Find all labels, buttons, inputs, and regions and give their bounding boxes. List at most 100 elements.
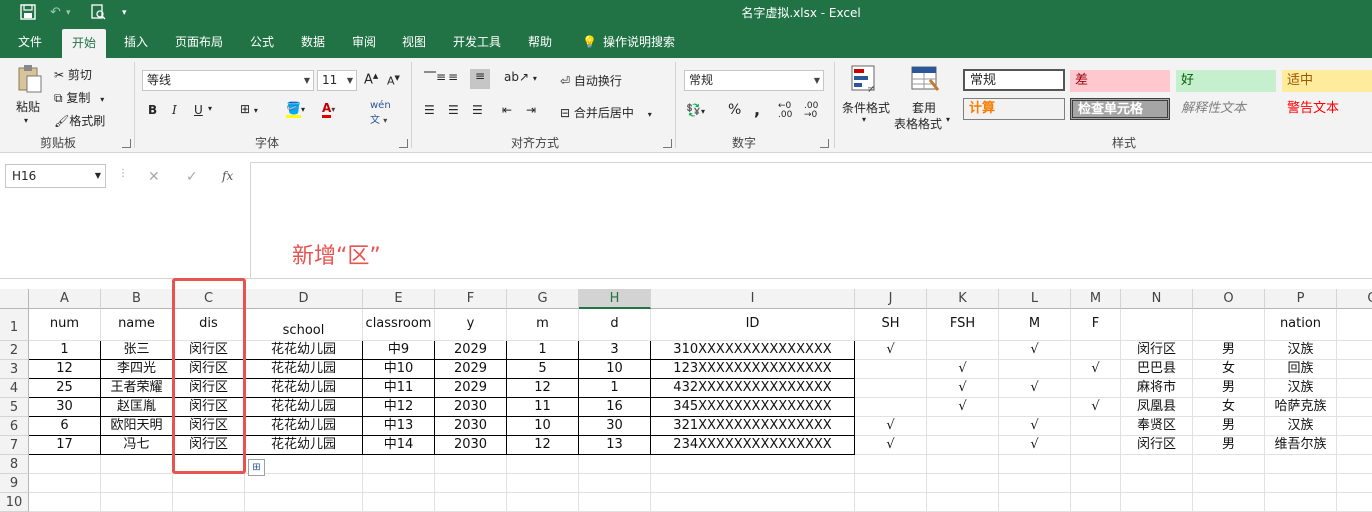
row-header-3[interactable]: 3 <box>0 360 29 379</box>
number-format-select[interactable]: 常规 ▼ <box>684 70 824 91</box>
table-cell[interactable] <box>1337 379 1372 398</box>
style-bad[interactable]: 差 <box>1070 70 1170 92</box>
table-cell[interactable] <box>927 341 999 360</box>
table-cell[interactable]: √ <box>999 417 1071 436</box>
underline-dropdown-icon[interactable]: ▾ <box>208 104 212 113</box>
table-cell[interactable]: 中11 <box>363 379 435 398</box>
table-cell[interactable] <box>855 398 927 417</box>
table-cell[interactable] <box>579 455 651 474</box>
increase-indent-icon[interactable]: ⇥ <box>526 103 536 117</box>
table-cell[interactable]: 1 <box>507 341 579 360</box>
table-cell[interactable]: 花花幼儿园 <box>245 360 363 379</box>
style-calculation[interactable]: 计算 <box>963 98 1065 120</box>
header-cell[interactable]: FSH <box>927 309 999 341</box>
column-header-i[interactable]: I <box>651 289 855 309</box>
table-cell[interactable] <box>1071 436 1121 455</box>
table-cell[interactable] <box>245 493 363 512</box>
tab-file[interactable]: 文件 <box>8 27 52 58</box>
table-cell[interactable]: 中13 <box>363 417 435 436</box>
table-cell[interactable]: 2030 <box>435 436 507 455</box>
table-cell[interactable]: 中10 <box>363 360 435 379</box>
table-cell[interactable]: 12 <box>507 436 579 455</box>
table-cell[interactable]: 男 <box>1193 379 1265 398</box>
header-cell[interactable]: name <box>101 309 173 341</box>
font-size-select[interactable]: 11 ▼ <box>317 70 357 91</box>
decrease-decimal-icon[interactable]: .00 →0 <box>804 102 818 120</box>
insert-function-icon[interactable]: fx <box>222 169 233 183</box>
table-cell[interactable] <box>1265 474 1337 493</box>
header-cell[interactable]: F <box>1071 309 1121 341</box>
table-cell[interactable] <box>927 493 999 512</box>
table-cell[interactable] <box>651 474 855 493</box>
table-cell[interactable]: 2029 <box>435 360 507 379</box>
borders-icon[interactable]: ⊞ ▾ <box>240 102 258 116</box>
table-cell[interactable]: 2030 <box>435 398 507 417</box>
table-cell[interactable] <box>435 474 507 493</box>
column-header-a[interactable]: A <box>29 289 101 309</box>
header-cell[interactable]: m <box>507 309 579 341</box>
table-cell[interactable]: 凤凰县 <box>1121 398 1193 417</box>
tab-data[interactable]: 数据 <box>291 27 335 58</box>
table-cell[interactable]: 欧阳天明 <box>101 417 173 436</box>
column-header-g[interactable]: G <box>507 289 579 309</box>
table-cell[interactable] <box>29 474 101 493</box>
table-cell[interactable]: 奉贤区 <box>1121 417 1193 436</box>
table-cell[interactable] <box>1193 474 1265 493</box>
table-format-label-1[interactable]: 套用 <box>912 99 936 116</box>
table-cell[interactable]: 维吾尔族 <box>1265 436 1337 455</box>
column-header-j[interactable]: J <box>855 289 927 309</box>
tell-me-search[interactable]: 💡 操作说明搜索 <box>572 27 685 58</box>
table-cell[interactable]: 30 <box>579 417 651 436</box>
row-header-10[interactable]: 10 <box>0 493 29 512</box>
table-cell[interactable] <box>999 474 1071 493</box>
table-cell[interactable] <box>1337 417 1372 436</box>
italic-button[interactable]: I <box>172 103 177 117</box>
table-cell[interactable]: 6 <box>29 417 101 436</box>
header-cell[interactable]: d <box>579 309 651 341</box>
table-cell[interactable] <box>579 493 651 512</box>
header-cell[interactable]: M <box>999 309 1071 341</box>
table-cell[interactable]: 432XXXXXXXXXXXXXXX <box>651 379 855 398</box>
table-cell[interactable] <box>363 474 435 493</box>
table-cell[interactable]: 10 <box>579 360 651 379</box>
table-cell[interactable]: 2029 <box>435 379 507 398</box>
tab-view[interactable]: 视图 <box>392 27 436 58</box>
alignment-launcher-icon[interactable] <box>663 139 672 148</box>
table-cell[interactable]: 王者荣耀 <box>101 379 173 398</box>
table-cell[interactable]: 巴巴县 <box>1121 360 1193 379</box>
style-explanatory[interactable]: 解释性文本 <box>1176 98 1276 120</box>
merge-center-button[interactable]: ⊟ 合并后居中 ▾ <box>560 104 652 121</box>
table-cell[interactable]: √ <box>927 360 999 379</box>
table-cell[interactable]: 30 <box>29 398 101 417</box>
increase-decimal-icon[interactable]: ←0.00 <box>778 102 792 120</box>
column-header-h[interactable]: H <box>579 289 651 309</box>
table-cell[interactable]: 12 <box>29 360 101 379</box>
table-cell[interactable] <box>1193 455 1265 474</box>
table-cell[interactable] <box>999 493 1071 512</box>
table-cell[interactable]: 张三 <box>101 341 173 360</box>
table-format-label-2[interactable]: 表格格式 <box>894 115 942 132</box>
align-middle-icon[interactable]: ≡ <box>448 70 458 84</box>
table-cell[interactable]: 女 <box>1193 360 1265 379</box>
table-cell[interactable] <box>1337 360 1372 379</box>
column-header-q[interactable]: Q <box>1337 289 1372 309</box>
table-cell[interactable]: 25 <box>29 379 101 398</box>
table-cell[interactable]: 男 <box>1193 436 1265 455</box>
table-cell[interactable] <box>927 455 999 474</box>
row-header-9[interactable]: 9 <box>0 474 29 493</box>
table-cell[interactable]: 汉族 <box>1265 341 1337 360</box>
table-cell[interactable]: 345XXXXXXXXXXXXXXX <box>651 398 855 417</box>
table-cell[interactable]: 花花幼儿园 <box>245 341 363 360</box>
table-cell[interactable]: 闵行区 <box>1121 436 1193 455</box>
table-cell[interactable]: 赵匡胤 <box>101 398 173 417</box>
row-header-1[interactable]: 1 <box>0 309 29 341</box>
table-cell[interactable] <box>855 379 927 398</box>
table-cell[interactable] <box>363 493 435 512</box>
table-cell[interactable]: 花花幼儿园 <box>245 436 363 455</box>
underline-button[interactable]: U <box>194 103 203 117</box>
table-cell[interactable] <box>1337 436 1372 455</box>
font-name-select[interactable]: 等线 ▼ <box>142 70 314 91</box>
formula-input[interactable] <box>250 162 1372 279</box>
table-cell[interactable] <box>1071 417 1121 436</box>
paste-label[interactable]: 粘贴 <box>16 98 40 115</box>
